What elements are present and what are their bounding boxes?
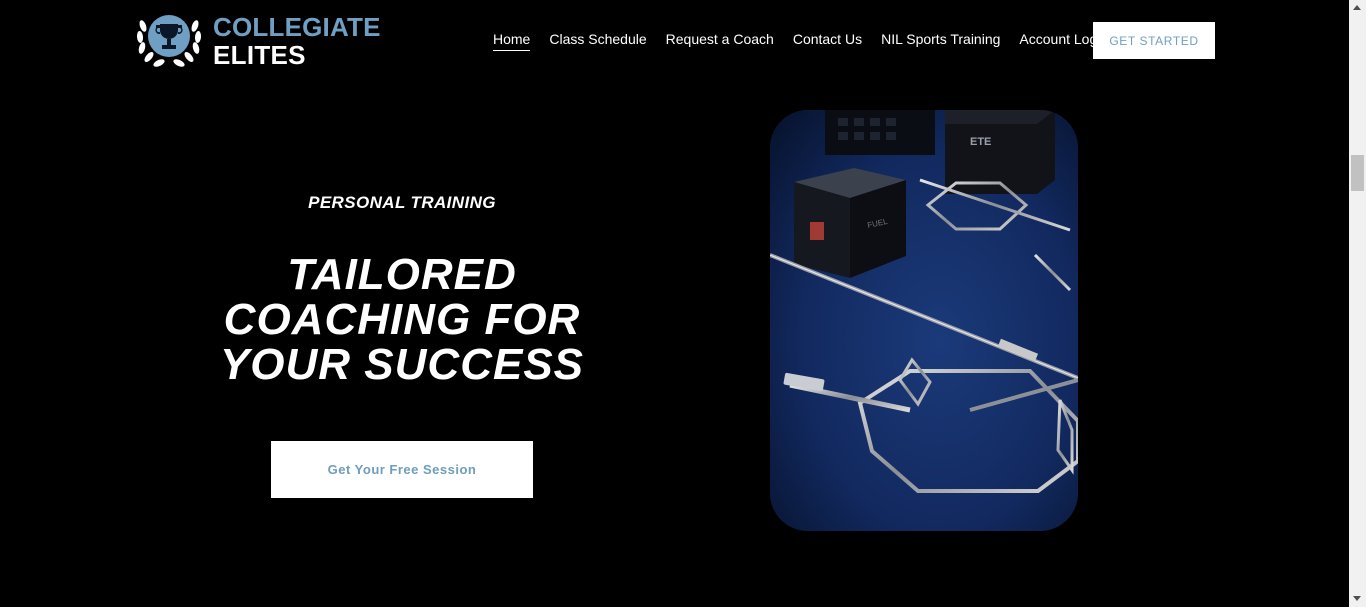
free-session-button[interactable]: Get Your Free Session [271,441,533,498]
scroll-down-arrow-icon[interactable] [1353,596,1361,601]
brand-name-line1: COLLEGIATE [213,12,381,42]
headline-line2: COACHING FOR [223,295,581,344]
gym-equipment-photo: ETE FUEL [770,110,1078,531]
hero-eyebrow: PERSONAL TRAINING [308,193,496,212]
scroll-up-arrow-icon[interactable] [1353,5,1361,10]
headline-line1: TAILORED [287,250,517,299]
headline-line3: YOUR SUCCESS [219,340,585,389]
page: COLLEGIATE ELITES Home Class Schedule Re… [0,0,1366,607]
get-started-button[interactable]: GET STARTED [1093,22,1215,59]
svg-text:ETE: ETE [970,136,991,148]
page-scrollbar[interactable] [1349,0,1366,607]
brand-name-line2: ELITES [213,40,306,70]
nav-class-schedule[interactable]: Class Schedule [549,31,646,51]
hero-headline: TAILORED COACHING FOR YOUR SUCCESS [180,252,624,387]
nav-contact-us[interactable]: Contact Us [793,31,862,51]
scrollbar-thumb[interactable] [1351,155,1364,191]
trophy-laurel-icon [135,12,203,70]
brand-logo[interactable]: COLLEGIATE ELITES [135,12,380,70]
nav-request-coach[interactable]: Request a Coach [666,31,774,51]
nav-home[interactable]: Home [493,31,531,51]
brand-name: COLLEGIATE ELITES [213,14,381,68]
nav-nil-sports-training[interactable]: NIL Sports Training [881,31,1000,51]
main-nav: Home Class Schedule Request a Coach Cont… [493,31,1132,51]
